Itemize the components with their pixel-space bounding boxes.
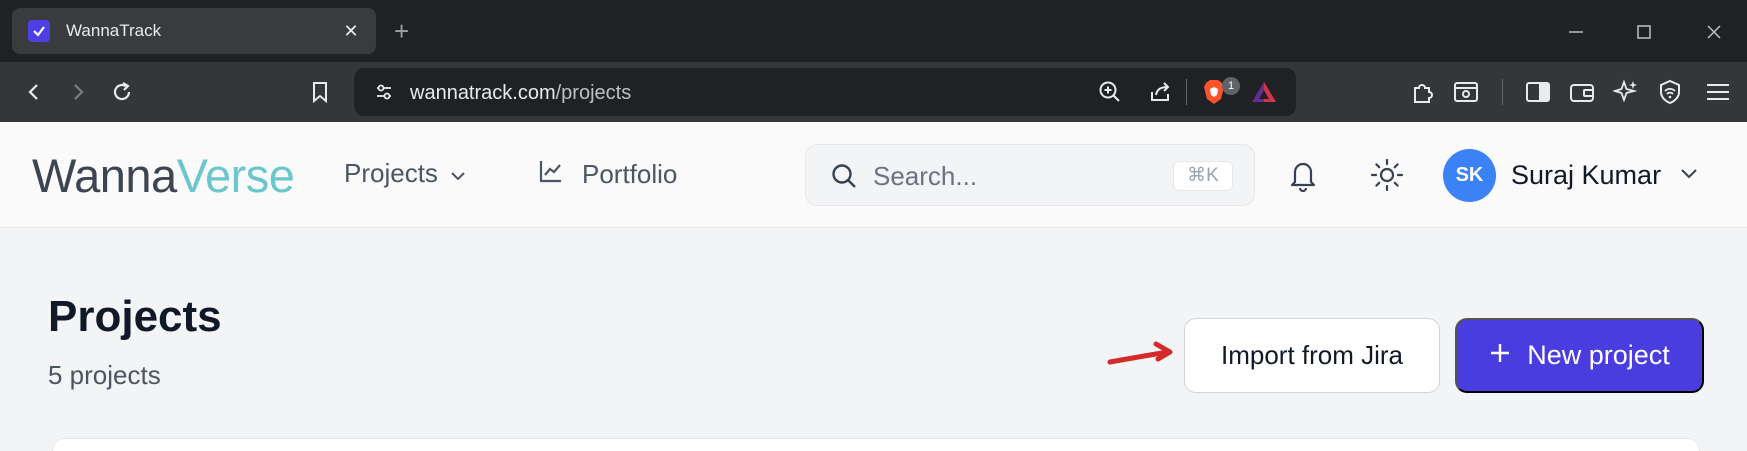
search-shortcut-hint: ⌘K xyxy=(1173,161,1233,191)
brave-rewards-icon[interactable] xyxy=(1250,78,1278,106)
browser-tab[interactable]: WannaTrack ✕ xyxy=(12,8,376,54)
avatar[interactable]: SK xyxy=(1443,149,1496,202)
browser-tab-bar: WannaTrack ✕ + xyxy=(0,0,1747,62)
bookmark-icon[interactable] xyxy=(302,74,338,110)
leo-ai-icon[interactable] xyxy=(1608,74,1644,110)
sidebar-toggle-icon[interactable] xyxy=(1520,74,1556,110)
search-icon xyxy=(830,162,858,195)
chevron-down-icon xyxy=(450,158,466,189)
vpn-shield-icon[interactable] xyxy=(1652,74,1688,110)
wannaverse-logo[interactable]: WannaVerse xyxy=(32,148,295,203)
user-name[interactable]: Suraj Kumar xyxy=(1511,160,1661,191)
shields-count-badge: 1 xyxy=(1222,77,1240,95)
maximize-window-icon[interactable] xyxy=(1629,18,1659,46)
plus-icon xyxy=(1489,340,1511,371)
annotation-arrow-icon xyxy=(1106,340,1174,373)
import-from-jira-button[interactable]: Import from Jira xyxy=(1184,318,1440,393)
wannatrack-favicon-icon xyxy=(28,20,50,42)
new-tab-button[interactable]: + xyxy=(394,15,409,47)
nav-projects-label: Projects xyxy=(344,158,438,188)
wallet-icon[interactable] xyxy=(1564,74,1600,110)
zoom-icon[interactable] xyxy=(1096,78,1124,106)
new-project-button[interactable]: New project xyxy=(1455,318,1704,393)
close-window-icon[interactable] xyxy=(1699,18,1729,46)
projects-list-card xyxy=(52,438,1700,451)
url-domain: wannatrack.com xyxy=(410,82,556,104)
nav-portfolio-link[interactable]: Portfolio xyxy=(538,158,677,191)
minimize-window-icon[interactable] xyxy=(1561,18,1591,46)
reading-list-icon[interactable] xyxy=(1448,74,1484,110)
share-icon[interactable] xyxy=(1146,78,1174,106)
menu-icon[interactable] xyxy=(1700,74,1736,110)
forward-icon[interactable] xyxy=(60,74,96,110)
toolbar-separator xyxy=(1502,79,1503,105)
search-input[interactable]: Search... ⌘K xyxy=(805,144,1255,206)
project-count: 5 projects xyxy=(48,360,161,390)
url-text: wannatrack.com/projects xyxy=(410,82,631,105)
logo-text-part1: Wanna xyxy=(32,149,177,202)
user-menu-chevron-down-icon[interactable] xyxy=(1680,166,1698,184)
browser-toolbar: wannatrack.com/projects 1 xyxy=(0,62,1747,122)
logo-text-part2: Verse xyxy=(176,149,295,202)
nav-portfolio-label: Portfolio xyxy=(582,159,678,189)
reload-icon[interactable] xyxy=(104,74,140,110)
theme-toggle-sun-icon[interactable] xyxy=(1370,158,1404,197)
omnibox-separator xyxy=(1186,79,1187,105)
page-title: Projects xyxy=(48,292,222,341)
url-path: /projects xyxy=(555,82,632,104)
chart-line-icon xyxy=(538,158,564,191)
search-placeholder: Search... xyxy=(873,161,978,191)
nav-projects-dropdown[interactable]: Projects xyxy=(344,158,466,189)
new-project-label: New project xyxy=(1527,340,1670,370)
site-settings-icon[interactable] xyxy=(370,78,398,106)
app-header: WannaVerse Projects Portfolio Search... … xyxy=(0,122,1747,228)
bell-icon[interactable] xyxy=(1287,158,1319,197)
back-icon[interactable] xyxy=(16,74,52,110)
address-bar[interactable]: wannatrack.com/projects xyxy=(354,68,1296,116)
tab-close-icon[interactable]: ✕ xyxy=(340,21,362,42)
extensions-icon[interactable] xyxy=(1405,74,1441,110)
tab-title: WannaTrack xyxy=(66,21,162,40)
